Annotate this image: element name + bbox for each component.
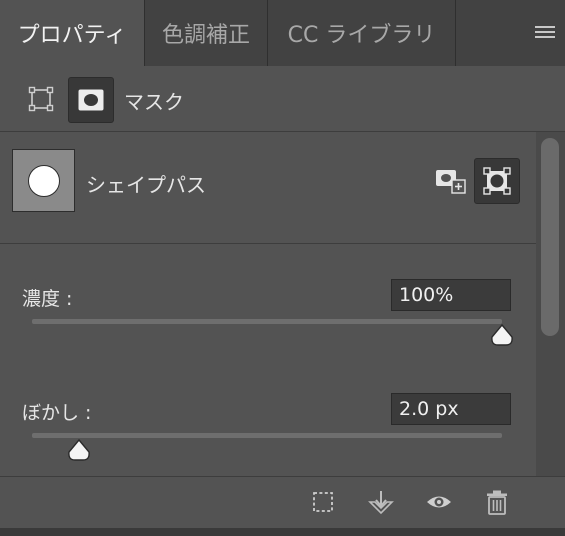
- tab-properties-label: プロパティ: [17, 23, 127, 48]
- panel-menu-icon[interactable]: [535, 26, 555, 42]
- density-value: 100%: [399, 284, 454, 306]
- feather-slider-thumb[interactable]: [67, 438, 91, 461]
- trash-icon[interactable]: [484, 489, 510, 515]
- mask-type-row: マスク: [0, 66, 565, 132]
- scrollbar-thumb[interactable]: [541, 138, 559, 336]
- circle-shape-icon: [27, 164, 60, 197]
- vector-mask-icon: [78, 89, 104, 111]
- feather-label: ぼかし :: [22, 402, 92, 424]
- tab-adjustments-label: 色調補正: [161, 23, 250, 48]
- pixel-mask-icon[interactable]: [28, 86, 54, 112]
- density-slider-thumb[interactable]: [490, 323, 514, 346]
- visibility-eye-icon[interactable]: [426, 489, 452, 515]
- panel-scrollbar[interactable]: [536, 132, 565, 476]
- tab-cc-libraries-label: CC ライブラリ: [287, 23, 436, 48]
- select-vector-mask-icon: [483, 167, 511, 195]
- shape-path-label: シェイプパス: [86, 173, 206, 197]
- panel-tab-bar: プロパティ 色調補正 CC ライブラリ: [0, 0, 565, 66]
- load-selection-icon[interactable]: [310, 489, 336, 515]
- panel-bottom-edge: [0, 528, 565, 536]
- vector-mask-button[interactable]: [68, 77, 114, 123]
- shape-path-row: シェイプパス: [0, 132, 536, 244]
- select-vector-mask-button[interactable]: [474, 158, 520, 204]
- density-field[interactable]: 100%: [391, 279, 511, 311]
- feather-value: 2.0 px: [399, 398, 459, 420]
- feather-field[interactable]: 2.0 px: [391, 393, 511, 425]
- tab-properties[interactable]: プロパティ: [0, 0, 145, 66]
- panel-footer: [0, 476, 565, 528]
- add-mask-icon[interactable]: [434, 168, 468, 194]
- tab-cc-libraries[interactable]: CC ライブラリ: [268, 0, 456, 66]
- density-label: 濃度 :: [22, 288, 73, 310]
- density-slider-track[interactable]: [32, 319, 502, 324]
- tab-adjustments[interactable]: 色調補正: [145, 0, 268, 66]
- mask-label: マスク: [124, 90, 184, 114]
- feather-slider-track[interactable]: [32, 433, 502, 438]
- apply-mask-icon[interactable]: [368, 489, 394, 515]
- circle-shape-thumbnail[interactable]: [12, 149, 75, 212]
